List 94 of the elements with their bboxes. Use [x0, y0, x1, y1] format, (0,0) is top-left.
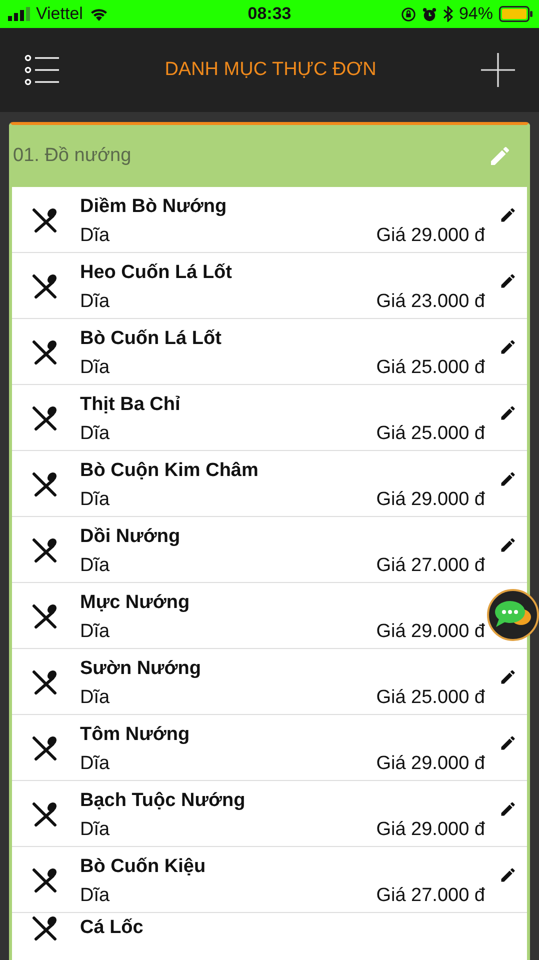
item-name: Bạch Tuộc Nướng: [80, 790, 246, 812]
item-price: Giá 25.000 đ: [376, 423, 485, 445]
edit-item-button[interactable]: [499, 206, 517, 224]
item-name: Thịt Ba Chỉ: [80, 394, 182, 416]
item-name: Cá Lốc: [80, 917, 144, 939]
pencil-icon: [499, 272, 517, 290]
menu-icon: [24, 54, 60, 86]
menu-item[interactable]: Dồi Nướng Dĩa Giá 27.000 đ: [32, 517, 485, 582]
item-name: Heo Cuốn Lá Lốt: [80, 262, 233, 284]
item-price: Giá 29.000 đ: [376, 489, 485, 511]
item-unit: Dĩa: [80, 885, 110, 907]
menu-item[interactable]: Bò Cuốn Lá Lốt Dĩa Giá 25.000 đ: [32, 319, 485, 384]
battery-icon: [499, 6, 533, 22]
pencil-icon: [499, 206, 517, 224]
item-unit: Dĩa: [80, 423, 110, 445]
edit-item-button[interactable]: [499, 734, 517, 752]
item-price: Giá 25.000 đ: [376, 357, 485, 379]
edit-item-button[interactable]: [499, 404, 517, 422]
edit-item-button[interactable]: [499, 470, 517, 488]
edit-item-button[interactable]: [499, 272, 517, 290]
item-name: Sườn Nướng: [80, 658, 202, 680]
menu-item[interactable]: Bò Cuốn Kiệu Dĩa Giá 27.000 đ: [32, 847, 485, 912]
category-title: 01. Đồ nướng: [13, 145, 132, 167]
item-price: Giá 29.000 đ: [376, 621, 485, 643]
signal-icon: [8, 7, 30, 21]
carrier-name: Viettel: [36, 4, 83, 24]
alarm-icon: [422, 6, 437, 22]
pencil-icon: [499, 536, 517, 554]
item-unit: Dĩa: [80, 621, 110, 643]
item-unit: Dĩa: [80, 753, 110, 775]
pencil-icon: [499, 800, 517, 818]
item-price: Giá 29.000 đ: [376, 819, 485, 841]
fork-spoon-icon: [32, 866, 58, 892]
menu-item[interactable]: Heo Cuốn Lá Lốt Dĩa Giá 23.000 đ: [32, 253, 485, 318]
item-price: Giá 23.000 đ: [376, 291, 485, 313]
wifi-icon: [88, 7, 109, 21]
item-name: Tôm Nướng: [80, 724, 191, 746]
fork-spoon-icon: [32, 470, 58, 496]
item-unit: Dĩa: [80, 489, 110, 511]
edit-item-button[interactable]: [499, 668, 517, 686]
menu-item[interactable]: Cá Lốc: [32, 915, 485, 941]
menu-item[interactable]: Thịt Ba Chỉ Dĩa Giá 25.000 đ: [32, 385, 485, 450]
item-unit: Dĩa: [80, 819, 110, 841]
item-price: Giá 25.000 đ: [376, 687, 485, 709]
fork-spoon-icon: [32, 800, 58, 826]
item-name: Bò Cuốn Kiệu: [80, 856, 207, 878]
pencil-icon: [499, 668, 517, 686]
item-unit: Dĩa: [80, 555, 110, 577]
menu-item[interactable]: Diềm Bò Nướng Dĩa Giá 29.000 đ: [32, 187, 485, 252]
fork-spoon-icon: [32, 272, 58, 298]
item-price: Giá 29.000 đ: [376, 753, 485, 775]
menu-item[interactable]: Mực Nướng Dĩa Giá 29.000 đ: [32, 583, 485, 648]
battery-percent: 94%: [458, 4, 493, 24]
edit-item-button[interactable]: [499, 866, 517, 884]
fork-spoon-icon: [32, 734, 58, 760]
item-price: Giá 29.000 đ: [376, 225, 485, 247]
bluetooth-icon: [442, 6, 453, 22]
pencil-icon: [499, 470, 517, 488]
item-price: Giá 27.000 đ: [376, 885, 485, 907]
add-button[interactable]: [480, 53, 515, 87]
fork-spoon-icon: [32, 206, 58, 232]
edit-item-button[interactable]: [499, 338, 517, 356]
item-unit: Dĩa: [80, 357, 110, 379]
item-name: Diềm Bò Nướng: [80, 196, 228, 218]
pencil-icon: [488, 144, 512, 168]
pencil-icon: [499, 404, 517, 422]
item-unit: Dĩa: [80, 291, 110, 313]
item-unit: Dĩa: [80, 687, 110, 709]
plus-icon: [480, 53, 515, 87]
rotation-lock-icon: [400, 6, 416, 22]
fork-spoon-icon: [32, 338, 58, 364]
menu-button[interactable]: [24, 54, 60, 86]
fork-spoon-icon: [32, 602, 58, 628]
item-name: Mực Nướng: [80, 592, 191, 614]
menu-item[interactable]: Bò Cuộn Kim Châm Dĩa Giá 29.000 đ: [32, 451, 485, 516]
pencil-icon: [499, 734, 517, 752]
pencil-icon: [499, 866, 517, 884]
menu-item[interactable]: Bạch Tuộc Nướng Dĩa Giá 29.000 đ: [32, 781, 485, 846]
fork-spoon-icon: [32, 915, 58, 941]
item-name: Bò Cuốn Lá Lốt: [80, 328, 222, 350]
edit-item-button[interactable]: [499, 800, 517, 818]
edit-item-button[interactable]: [499, 536, 517, 554]
menu-item[interactable]: Tôm Nướng Dĩa Giá 29.000 đ: [32, 715, 485, 780]
menu-item[interactable]: Sườn Nướng Dĩa Giá 25.000 đ: [32, 649, 485, 714]
pencil-icon: [499, 338, 517, 356]
item-price: Giá 27.000 đ: [376, 555, 485, 577]
item-unit: Dĩa: [80, 225, 110, 247]
fork-spoon-icon: [32, 536, 58, 562]
fork-spoon-icon: [32, 668, 58, 694]
status-time: 08:33: [248, 4, 292, 24]
screen-title: DANH MỤC THỰC ĐƠN: [164, 59, 376, 81]
item-name: Bò Cuộn Kim Châm: [80, 460, 260, 482]
item-name: Dồi Nướng: [80, 526, 182, 548]
fork-spoon-icon: [32, 404, 58, 430]
